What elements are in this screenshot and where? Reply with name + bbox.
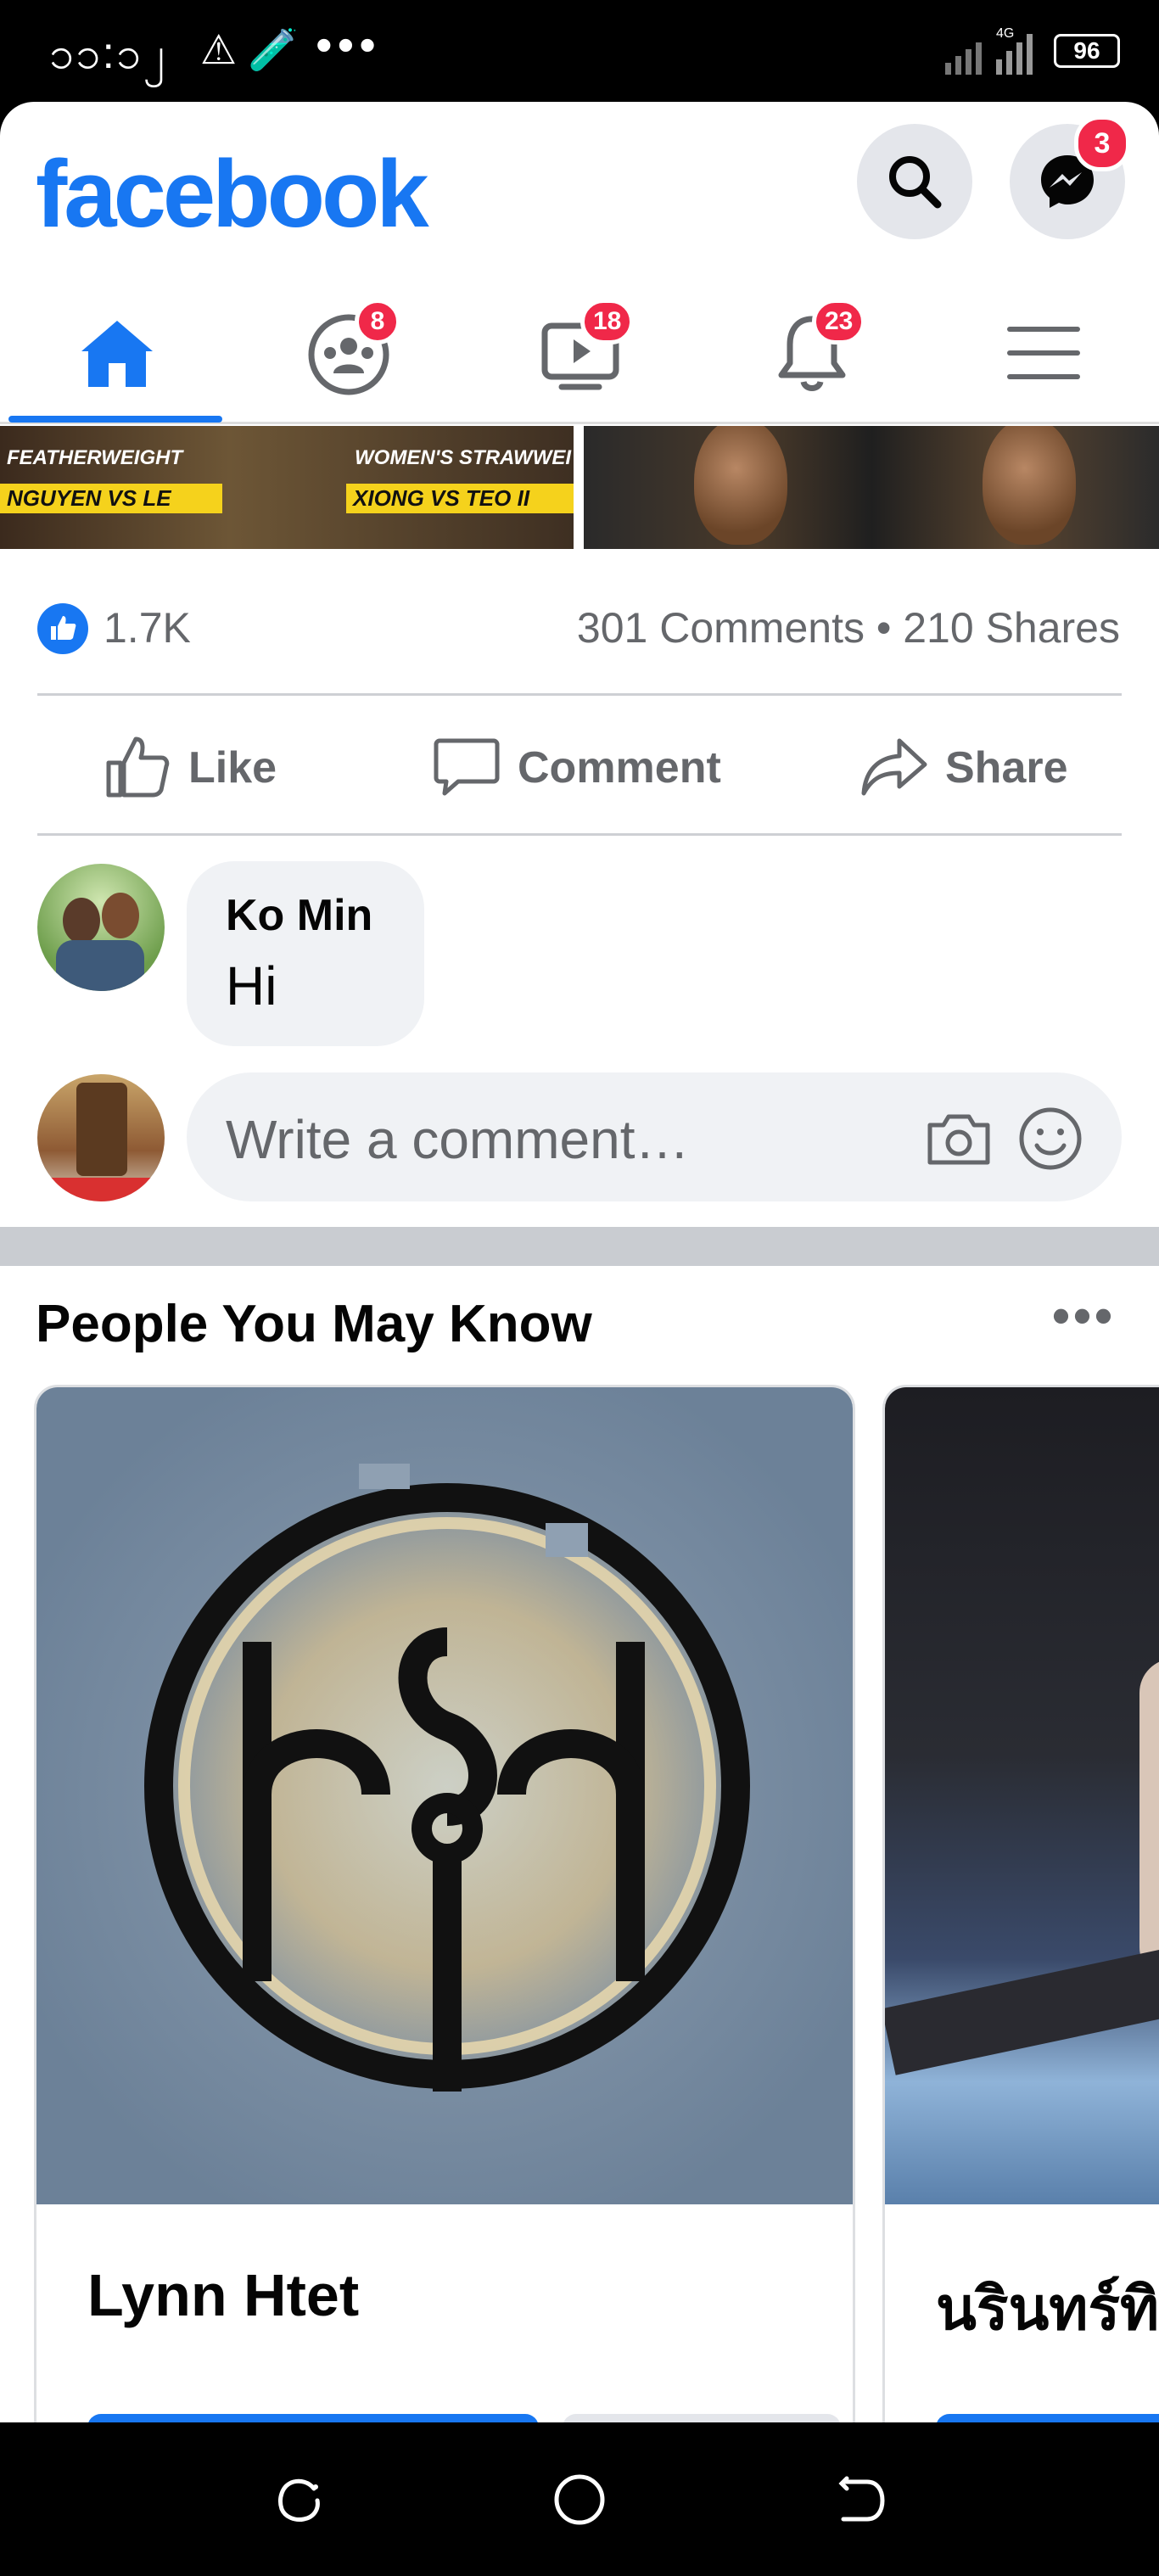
search-button[interactable] [857, 124, 972, 239]
add-friend-button[interactable] [87, 2414, 539, 2422]
tab-bar: 8 18 23 [0, 280, 1159, 424]
logo-sign-image [142, 1464, 753, 2092]
share-icon [861, 738, 927, 796]
messenger-badge: 3 [1074, 115, 1130, 171]
remove-button[interactable] [563, 2414, 841, 2422]
search-icon [889, 156, 942, 209]
like-count[interactable]: 1.7K [104, 603, 191, 652]
post-media[interactable]: FEATHERWEIGHT NGUYEN VS LE WOMEN'S STRAW… [0, 426, 1159, 549]
camera-icon[interactable] [925, 1105, 993, 1173]
status-icons: ⚠ 🧪 [200, 28, 300, 73]
pymk-card-photo[interactable] [885, 1387, 1159, 2204]
feed-separator [0, 1227, 1159, 1266]
status-bar: ၁၁:၁၂ ⚠ 🧪 ••• 4G 96 [0, 0, 1159, 102]
comment-author[interactable]: Ko Min [226, 890, 372, 941]
tab-watch[interactable]: 18 [463, 280, 695, 424]
media-caption: FEATHERWEIGHT [7, 446, 183, 469]
facebook-app: facebook 3 8 18 23 FEATHERWEIGHT NGUYEN … [0, 102, 1159, 2422]
write-comment-placeholder: Write a comment… [226, 1109, 690, 1170]
post-image-right[interactable] [584, 426, 1159, 549]
tab-groups[interactable]: 8 [232, 280, 463, 424]
post-reactions: 1.7K 301 Comments • 210 Shares [0, 549, 1159, 693]
write-comment-input[interactable]: Write a comment… [187, 1072, 1122, 1201]
pymk-card-name[interactable]: Lynn Htet [87, 2261, 359, 2329]
comment-text: Hi [226, 955, 277, 1016]
pymk-card[interactable]: Lynn Htet [34, 1385, 855, 2422]
groups-badge: 8 [355, 299, 400, 344]
like-label: Like [188, 743, 277, 792]
share-button[interactable]: Share [860, 727, 1115, 804]
my-avatar[interactable] [37, 1074, 165, 1201]
tab-menu[interactable] [927, 280, 1158, 424]
back-icon[interactable] [830, 2470, 889, 2529]
divider [37, 833, 1122, 836]
recents-icon[interactable] [270, 2470, 329, 2529]
pymk-title: People You May Know [36, 1295, 592, 1353]
fighter-face [694, 426, 787, 545]
post-image-left[interactable]: FEATHERWEIGHT NGUYEN VS LE WOMEN'S STRAW… [0, 426, 574, 549]
tab-notifications[interactable]: 23 [695, 280, 927, 424]
share-label: Share [945, 743, 1068, 792]
notifications-badge: 23 [812, 299, 866, 344]
tab-home[interactable] [0, 280, 232, 424]
media-caption-bar: NGUYEN VS LE [0, 484, 222, 513]
hamburger-icon [1007, 327, 1080, 379]
fighter-face [983, 426, 1076, 545]
network-type: 4G [996, 26, 1014, 41]
media-caption: WOMEN'S STRAWWEI [355, 446, 572, 469]
post-actions: Like Comment Share [0, 693, 1159, 833]
active-tab-indicator [8, 416, 222, 423]
comments-shares-count[interactable]: 301 Comments • 210 Shares [577, 603, 1120, 652]
pymk-card-name[interactable]: นรินทร์ทิ [936, 2261, 1159, 2355]
like-reaction-icon [37, 603, 88, 654]
status-more-icon: ••• [316, 18, 381, 71]
add-friend-button[interactable] [936, 2414, 1159, 2422]
facebook-logo[interactable]: facebook [36, 139, 429, 249]
home-nav-icon[interactable] [550, 2470, 609, 2529]
home-icon [81, 321, 153, 387]
media-caption-bar: XIONG VS TEO II [346, 484, 574, 513]
comment-button[interactable]: Comment [433, 727, 738, 804]
comment-icon [434, 738, 500, 796]
battery-indicator: 96 [1054, 34, 1120, 68]
messenger-button[interactable]: 3 [1010, 115, 1130, 239]
pymk-card[interactable]: นรินทร์ทิ [882, 1385, 1159, 2422]
comment-label: Comment [518, 743, 721, 792]
pymk-card-photo[interactable] [36, 1387, 853, 2204]
system-nav-bar [0, 2422, 1159, 2576]
thumbs-up-icon [106, 736, 170, 798]
watch-badge: 18 [580, 299, 635, 344]
more-options-icon[interactable]: ••• [1052, 1286, 1116, 1345]
emoji-icon[interactable] [1016, 1105, 1084, 1173]
like-button[interactable]: Like [104, 727, 307, 804]
commenter-avatar[interactable] [37, 864, 165, 991]
status-time: ၁၁:၁၂ [49, 29, 166, 78]
app-header: facebook 3 [0, 102, 1159, 263]
comment-bubble[interactable]: Ko Min Hi [187, 861, 424, 1046]
